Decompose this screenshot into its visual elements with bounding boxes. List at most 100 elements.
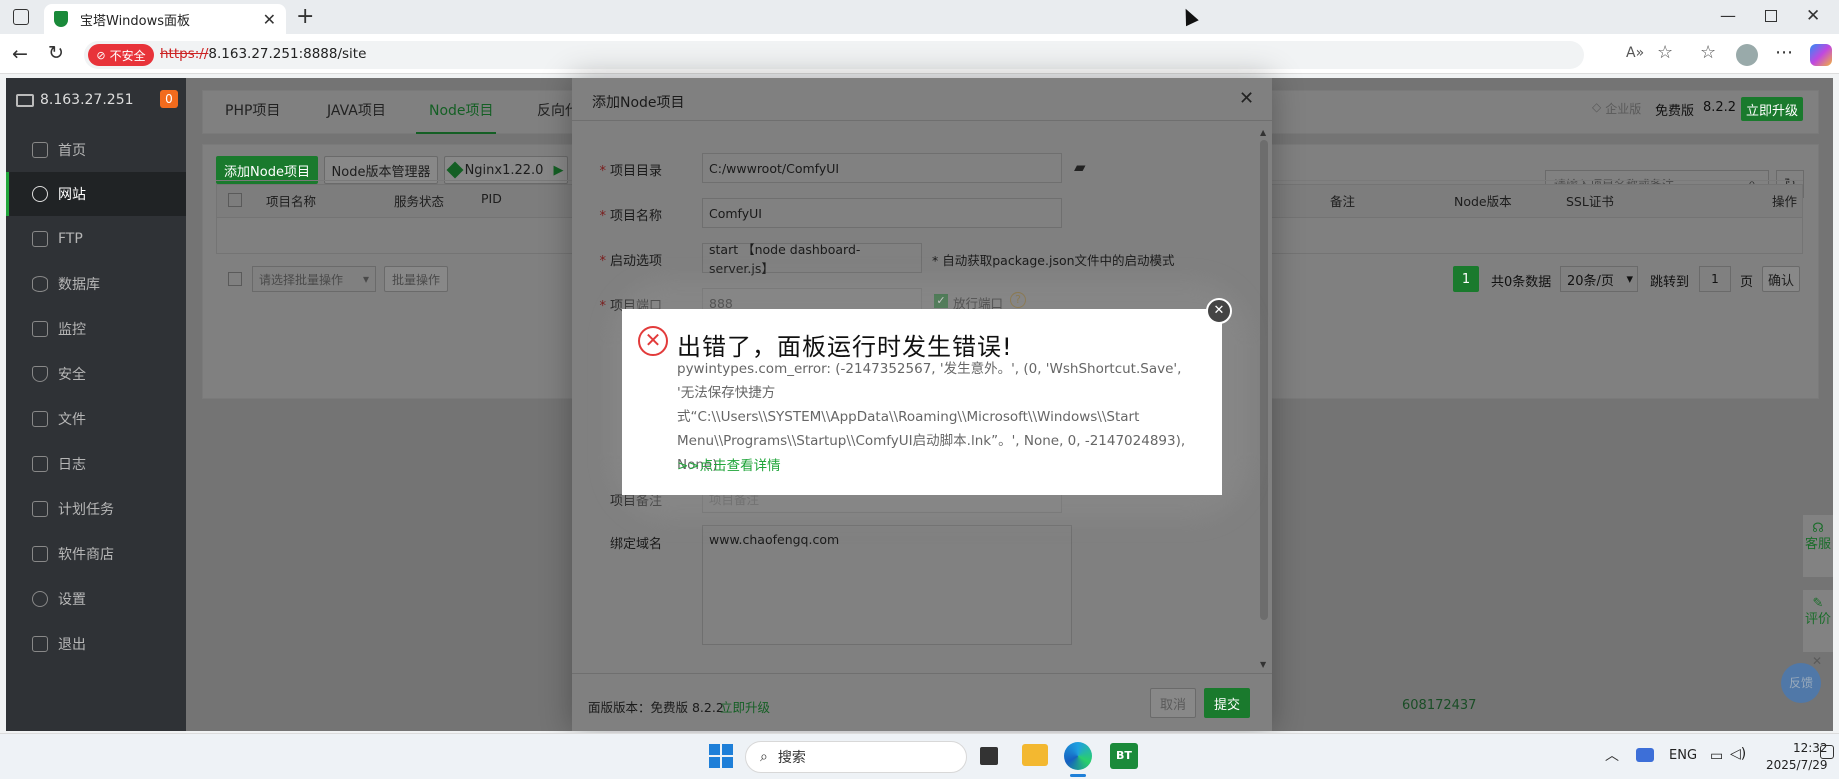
sidebar-item-database[interactable]: 数据库	[6, 262, 186, 306]
bt-panel-icon[interactable]: BT	[1110, 743, 1138, 769]
tray-chevron-icon[interactable]: ︿	[1605, 745, 1619, 765]
jump-to-label: 跳转到	[1650, 275, 1690, 290]
headset-icon: ☊	[1812, 521, 1824, 536]
col-ssl[interactable]: SSL证书	[1566, 191, 1614, 210]
file-explorer-icon[interactable]	[1022, 744, 1048, 766]
sidebar-item-monitor[interactable]: 监控	[6, 307, 186, 351]
domain-textarea[interactable]: www.chaofengq.com	[702, 525, 1072, 645]
language-indicator[interactable]: ENG	[1669, 748, 1697, 763]
sidebar-item-logout[interactable]: 退出	[6, 622, 186, 666]
read-aloud-icon[interactable]: A»	[1626, 45, 1644, 61]
dir-label-text: 项目目录	[609, 164, 662, 179]
edge-browser-icon[interactable]	[1064, 742, 1092, 770]
tab-php[interactable]: PHP项目	[225, 100, 280, 120]
insecure-badge[interactable]: ⊘ 不安全	[88, 44, 154, 66]
tray-app-icon[interactable]	[1636, 748, 1654, 762]
start-label-text: 启动选项	[609, 254, 662, 269]
tab-java[interactable]: JAVA项目	[327, 100, 386, 120]
start-label: * 启动选项	[572, 250, 662, 269]
window-close-button[interactable]: ✕	[1806, 6, 1820, 26]
col-project-name[interactable]: 项目名称	[266, 191, 316, 210]
col-node-version[interactable]: Node版本	[1454, 191, 1512, 210]
scroll-down-arrow-icon[interactable]: ▼	[1260, 660, 1266, 669]
window-minimize-button[interactable]: —	[1720, 6, 1736, 25]
url-scheme: https://	[160, 46, 209, 62]
folder-open-icon[interactable]: ▰	[1074, 158, 1086, 176]
start-option-select[interactable]: start 【node dashboard-server.js】	[702, 242, 922, 276]
clock[interactable]: 12:32 2025/7/29	[1766, 740, 1828, 774]
taskbar-search[interactable]: ⌕ 搜索	[745, 741, 967, 773]
customer-service-button[interactable]: ☊ 客服	[1803, 515, 1833, 577]
scroll-up-arrow-icon[interactable]: ▲	[1260, 128, 1266, 137]
project-name-input[interactable]: ComfyUI	[702, 198, 1062, 228]
review-button[interactable]: ✎ 评价	[1803, 590, 1833, 652]
task-view-icon[interactable]	[980, 747, 998, 765]
sidebar-item-cron[interactable]: 计划任务	[6, 487, 186, 531]
windows-start-icon[interactable]	[709, 744, 733, 768]
cancel-button[interactable]: 取消	[1150, 688, 1196, 718]
col-pid[interactable]: PID	[481, 191, 502, 206]
favorites-icon[interactable]: ☆	[1700, 42, 1716, 63]
per-page-select[interactable]: 20条/页 ▾	[1560, 266, 1638, 292]
tab-node[interactable]: Node项目	[429, 100, 494, 120]
back-arrow-icon[interactable]: ←	[12, 43, 28, 65]
name-label-text: 项目名称	[609, 209, 662, 224]
sidebar-item-label: 安全	[58, 367, 86, 383]
chevron-down-icon: ▾	[1626, 271, 1633, 287]
page-1-button[interactable]: 1	[1453, 266, 1479, 292]
footer-upgrade-link[interactable]: 立即升级	[720, 697, 770, 716]
upgrade-button[interactable]: 立即升级	[1741, 97, 1803, 121]
profile-avatar[interactable]	[1736, 44, 1758, 66]
error-close-icon[interactable]: ✕	[1206, 298, 1232, 324]
chevron-down-icon: ▾	[362, 272, 369, 286]
more-menu-icon[interactable]: ⋯	[1775, 42, 1793, 63]
sidebar-item-label: 软件商店	[58, 547, 114, 563]
float-close-icon[interactable]: ✕	[1812, 654, 1822, 668]
batch-select-label: 请选择批量操作	[259, 272, 344, 287]
batch-checkbox[interactable]	[228, 272, 242, 286]
new-tab-button[interactable]: +	[296, 4, 314, 29]
dialog-close-icon[interactable]: ✕	[1239, 88, 1254, 109]
monitor-icon	[16, 93, 34, 107]
name-label: * 项目名称	[572, 205, 662, 224]
batch-action-button[interactable]: 批量操作	[384, 266, 448, 292]
sidebar-item-ftp[interactable]: FTP	[6, 217, 186, 261]
submit-button[interactable]: 提交	[1204, 688, 1250, 718]
batch-select[interactable]: 请选择批量操作 ▾	[252, 266, 376, 292]
warning-icon: ⊘	[96, 48, 106, 62]
window-restore-button[interactable]	[1765, 10, 1777, 22]
sidebar-item-label: 首页	[58, 143, 86, 159]
favorite-star-icon[interactable]: ☆	[1657, 42, 1673, 63]
col-remark[interactable]: 备注	[1330, 191, 1355, 210]
enterprise-badge[interactable]: ◇ 企业版	[1592, 100, 1641, 117]
sidebar-item-files[interactable]: 文件	[6, 397, 186, 441]
browser-tab[interactable]: 宝塔Windows面板 ✕	[44, 4, 286, 34]
sidebar-item-home[interactable]: 首页	[6, 128, 186, 172]
jump-page-input[interactable]: 1	[1699, 266, 1731, 292]
sidebar-item-label: 计划任务	[58, 502, 114, 518]
sidebar: 8.163.27.251 0 首页 网站 FTP 数据库 监控 安全 文件 日志…	[6, 78, 186, 731]
dialog-scrollbar[interactable]	[1260, 140, 1268, 620]
taskbar-search-label: 搜索	[777, 750, 806, 766]
sidebar-item-website[interactable]: 网站	[6, 172, 186, 216]
sidebar-item-settings[interactable]: 设置	[6, 577, 186, 621]
copilot-icon[interactable]	[1810, 44, 1832, 66]
notification-center-icon[interactable]	[1820, 745, 1834, 759]
feedback-button[interactable]: 反馈	[1781, 663, 1821, 703]
col-service-status[interactable]: 服务状态	[394, 191, 444, 210]
project-dir-input[interactable]: C:/wwwroot/ComfyUI	[702, 153, 1062, 183]
required-mark: *	[599, 299, 606, 314]
refresh-icon[interactable]: ↻	[48, 42, 64, 64]
tab-actions-icon[interactable]	[13, 9, 29, 25]
network-icon[interactable]: ▭	[1710, 748, 1723, 764]
select-all-checkbox[interactable]	[228, 193, 242, 207]
sidebar-item-logs[interactable]: 日志	[6, 442, 186, 486]
jump-confirm-button[interactable]: 确认	[1762, 266, 1800, 292]
sidebar-item-security[interactable]: 安全	[6, 352, 186, 396]
volume-icon[interactable]: ◁)	[1730, 746, 1746, 762]
tab-close-icon[interactable]: ✕	[263, 10, 276, 29]
error-details-link[interactable]: >>点击查看详情	[677, 454, 781, 474]
notification-badge[interactable]: 0	[160, 90, 178, 108]
sidebar-item-store[interactable]: 软件商店	[6, 532, 186, 576]
nginx-icon	[446, 161, 464, 179]
